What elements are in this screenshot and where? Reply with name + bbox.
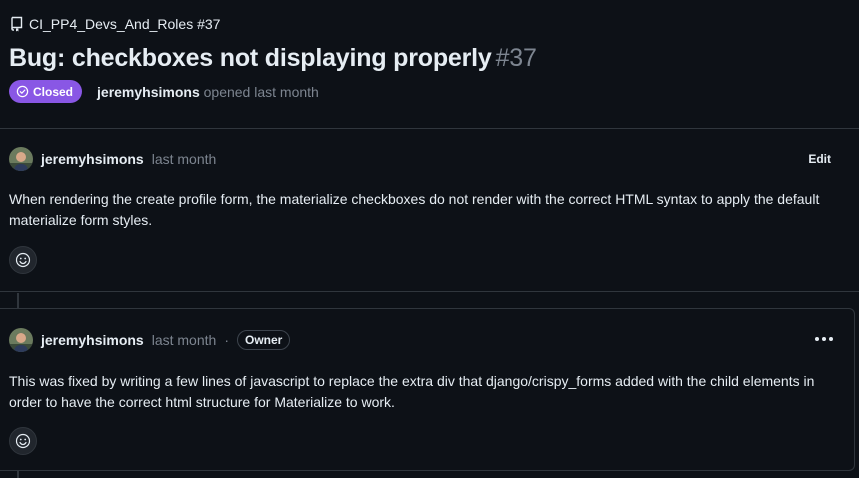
- avatar[interactable]: [9, 328, 33, 352]
- add-reaction-button[interactable]: [9, 427, 37, 455]
- opened-time: opened last month: [203, 83, 319, 100]
- comment-1: jeremyhsimons last month Edit When rende…: [0, 130, 859, 292]
- status-label: Closed: [33, 84, 74, 99]
- comment-time[interactable]: last month: [152, 332, 217, 348]
- status-badge-closed: Closed: [9, 80, 83, 103]
- repo-ref-text: CI_PP4_Devs_And_Roles #37: [29, 16, 221, 32]
- issue-number: #37: [495, 44, 537, 72]
- repo-breadcrumb[interactable]: CI_PP4_Devs_And_Roles #37: [10, 16, 220, 32]
- comment-author[interactable]: jeremyhsimons: [41, 332, 144, 348]
- issue-state-row: Closed jeremyhsimons opened last month: [9, 80, 319, 103]
- add-reaction-button[interactable]: [9, 246, 37, 274]
- issue-header: CI_PP4_Devs_And_Roles #37 Bug: checkboxe…: [0, 0, 859, 129]
- comment-time[interactable]: last month: [152, 151, 217, 167]
- timeline-connector: [17, 470, 19, 478]
- separator: ·: [224, 332, 229, 348]
- smiley-icon: [15, 252, 31, 268]
- comment-body: When rendering the create profile form, …: [9, 191, 820, 228]
- comment-author[interactable]: jeremyhsimons: [41, 151, 144, 167]
- owner-badge: Owner: [236, 330, 291, 350]
- repo-icon: [10, 16, 24, 32]
- smiley-icon: [15, 433, 31, 449]
- comment-body: This was fixed by writing a few lines of…: [9, 373, 815, 410]
- edit-button[interactable]: Edit: [808, 152, 831, 166]
- comment-2: jeremyhsimons last month · Owner This wa…: [0, 308, 855, 471]
- timeline-connector: [17, 293, 19, 308]
- comment-header: jeremyhsimons last month: [9, 147, 216, 171]
- issue-closed-icon: [16, 85, 29, 98]
- issue-title: Bug: checkboxes not displaying properly #…: [9, 44, 537, 73]
- comment-header: jeremyhsimons last month · Owner: [9, 328, 291, 352]
- kebab-menu-icon[interactable]: [815, 337, 833, 341]
- avatar[interactable]: [9, 147, 33, 171]
- issue-author-link[interactable]: jeremyhsimons: [97, 84, 200, 100]
- issue-title-text: Bug: checkboxes not displaying properly: [9, 44, 492, 72]
